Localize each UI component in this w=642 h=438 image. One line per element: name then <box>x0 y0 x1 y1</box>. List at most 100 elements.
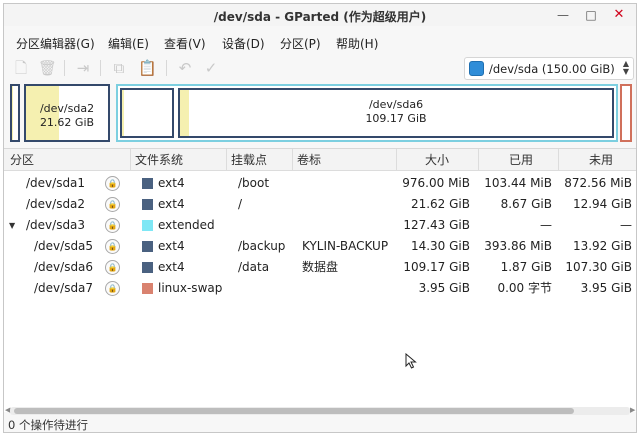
table-row[interactable]: /dev/sda1 🔒 ext4/boot 976.00 MiB 103.44 MiB 8… <box>4 173 636 194</box>
col-size[interactable]: 大小 <box>396 149 478 171</box>
table-row[interactable]: ▼ /dev/sda3 🔒 extended 127.43 GiB — — <box>4 215 636 236</box>
cell-used: 8.67 GiB <box>500 197 552 211</box>
cell-size: 21.62 GiB <box>410 197 470 211</box>
cell-mountpoint: /data <box>238 260 270 274</box>
lock-icon: 🔒 <box>105 197 120 212</box>
cell-used: 0.00 字节 <box>497 281 552 295</box>
delete-icon[interactable]: 🗑 <box>38 59 57 77</box>
table-row[interactable]: /dev/sda2 🔒 ext4 / 21.62 GiB 8.67 GiB 12.94 Gi… <box>4 194 636 215</box>
cell-size: 3.95 GiB <box>418 281 470 295</box>
paste-icon[interactable]: 📋 <box>138 59 157 77</box>
toolbar-separator <box>166 60 167 76</box>
cell-partition: /dev/sda3 <box>26 218 86 232</box>
graph-label: /dev/sda6 <box>368 98 424 111</box>
cell-used: 103.44 MiB <box>484 176 552 190</box>
cell-partition: /dev/sda1 <box>26 176 86 190</box>
maximize-button[interactable]: □ <box>580 6 602 24</box>
partition-table: 分区 文件系统 挂载点 卷标 大小 已用 未用 /dev/sda1 🔒 ext4/b… <box>4 148 636 415</box>
graph-partition-sda6[interactable]: /dev/sda6 109.17 GiB <box>178 88 614 138</box>
gparted-window: /dev/sda - GParted (作为超级用户) — □ ✕ 分区编辑器(… <box>3 3 637 433</box>
col-filesystem[interactable]: 文件系统 <box>130 149 226 171</box>
lock-icon: 🔒 <box>105 218 120 233</box>
filesystem-color-swatch <box>142 262 153 273</box>
cell-partition: /dev/sda7 <box>34 281 94 295</box>
cell-filesystem: extended <box>158 218 215 232</box>
col-unused[interactable]: 未用 <box>558 149 636 171</box>
lock-icon: 🔒 <box>105 281 120 296</box>
cell-unused: 872.56 MiB <box>564 176 632 190</box>
graph-partition-sda2[interactable]: /dev/sda2 21.62 GiB <box>24 84 110 142</box>
table-row[interactable]: /dev/sda7 🔒 linux-swap 3.95 GiB 0.00 字节 3.95 … <box>4 278 636 299</box>
close-button[interactable]: ✕ <box>608 6 630 24</box>
col-label[interactable]: 卷标 <box>292 149 396 171</box>
table-row[interactable]: /dev/sda5 🔒 ext4/backup KYLIN-BACKUP 14.30 G… <box>4 236 636 257</box>
menu-gparted[interactable]: 分区编辑器(G) <box>16 35 95 52</box>
cell-size: 976.00 MiB <box>402 176 470 190</box>
new-icon[interactable]: 🗋 <box>12 59 30 77</box>
filesystem-color-swatch <box>142 241 153 252</box>
toolbar-separator <box>100 60 101 76</box>
cell-partition: /dev/sda2 <box>26 197 86 211</box>
cell-mountpoint: /boot <box>238 176 270 190</box>
scroll-right-icon[interactable]: ▶ <box>630 406 635 414</box>
device-label: /dev/sda (150.00 GiB) <box>489 62 615 76</box>
status-bar: 0 个操作待进行 <box>4 414 636 432</box>
window-title: /dev/sda - GParted (作为超级用户) <box>213 10 427 24</box>
resize-move-icon[interactable]: ⇥ <box>74 59 92 77</box>
cell-size: 127.43 GiB <box>403 218 470 232</box>
cell-unused: 107.30 GiB <box>565 260 632 274</box>
apply-icon[interactable]: ✓ <box>202 59 220 77</box>
cell-used: 1.87 GiB <box>500 260 552 274</box>
graph-label: /dev/sda2 <box>39 102 95 115</box>
cell-used: — <box>540 218 552 232</box>
device-selector[interactable]: /dev/sda (150.00 GiB) ▲ ▼ <box>464 57 634 80</box>
expander-icon[interactable]: ▼ <box>9 215 15 236</box>
copy-icon[interactable]: ⧉ <box>110 59 128 77</box>
cell-mountpoint: / <box>238 197 243 211</box>
lock-icon: 🔒 <box>105 260 120 275</box>
lock-icon: 🔒 <box>105 176 120 191</box>
toolbar: 🗋 🗑 ⇥ ⧉ 📋 ↶ ✓ /dev/sda (150.00 GiB) ▲ ▼ <box>4 54 636 82</box>
graph-partition-sda7[interactable] <box>620 84 632 142</box>
cell-unused: 3.95 GiB <box>580 281 632 295</box>
filesystem-color-swatch <box>142 220 153 231</box>
menu-edit[interactable]: 编辑(E) <box>108 35 149 52</box>
minimize-button[interactable]: — <box>552 6 574 24</box>
cell-unused: 13.92 GiB <box>572 239 632 253</box>
cell-partition: /dev/sda6 <box>34 260 94 274</box>
menu-help[interactable]: 帮助(H) <box>336 35 378 52</box>
cell-unused: — <box>620 218 632 232</box>
col-used[interactable]: 已用 <box>478 149 558 171</box>
cell-label: KYLIN-BACKUP <box>302 239 389 253</box>
filesystem-color-swatch <box>142 178 153 189</box>
graph-used-fill <box>122 90 124 136</box>
cell-mountpoint: /backup <box>238 239 286 253</box>
cell-partition: /dev/sda5 <box>34 239 94 253</box>
cell-filesystem: ext4 <box>158 197 185 211</box>
filesystem-color-swatch <box>142 283 153 294</box>
graph-partition-sda3-extended[interactable]: /dev/sda6 109.17 GiB <box>116 84 618 142</box>
graph-size: 21.62 GiB <box>39 116 95 129</box>
partition-graph: /dev/sda2 21.62 GiB /dev/sda6 109.17 GiB <box>8 84 634 142</box>
mouse-cursor-icon <box>405 353 417 369</box>
cell-label: 数据盘 <box>302 260 339 274</box>
menu-device[interactable]: 设备(D) <box>222 35 265 52</box>
menu-partition[interactable]: 分区(P) <box>280 35 321 52</box>
graph-size: 109.17 GiB <box>365 112 427 125</box>
menu-view[interactable]: 查看(V) <box>164 35 206 52</box>
lock-icon: 🔒 <box>105 239 120 254</box>
graph-used-fill <box>12 86 13 140</box>
col-partition[interactable]: 分区 <box>6 149 130 171</box>
undo-icon[interactable]: ↶ <box>176 59 194 77</box>
title-bar: /dev/sda - GParted (作为超级用户) — □ ✕ <box>4 4 636 26</box>
disk-icon <box>469 61 484 76</box>
table-row[interactable]: /dev/sda6 🔒 ext4/data 数据盘 109.17 GiB 1.87 GiB… <box>4 257 636 278</box>
graph-partition-sda1[interactable] <box>10 84 20 142</box>
cell-size: 109.17 GiB <box>403 260 470 274</box>
filesystem-color-swatch <box>142 199 153 210</box>
col-mountpoint[interactable]: 挂载点 <box>226 149 292 171</box>
cell-unused: 12.94 GiB <box>572 197 632 211</box>
graph-partition-sda5[interactable] <box>120 88 174 138</box>
cell-filesystem: ext4 <box>158 176 185 190</box>
chevron-updown-icon: ▲ ▼ <box>622 59 629 76</box>
